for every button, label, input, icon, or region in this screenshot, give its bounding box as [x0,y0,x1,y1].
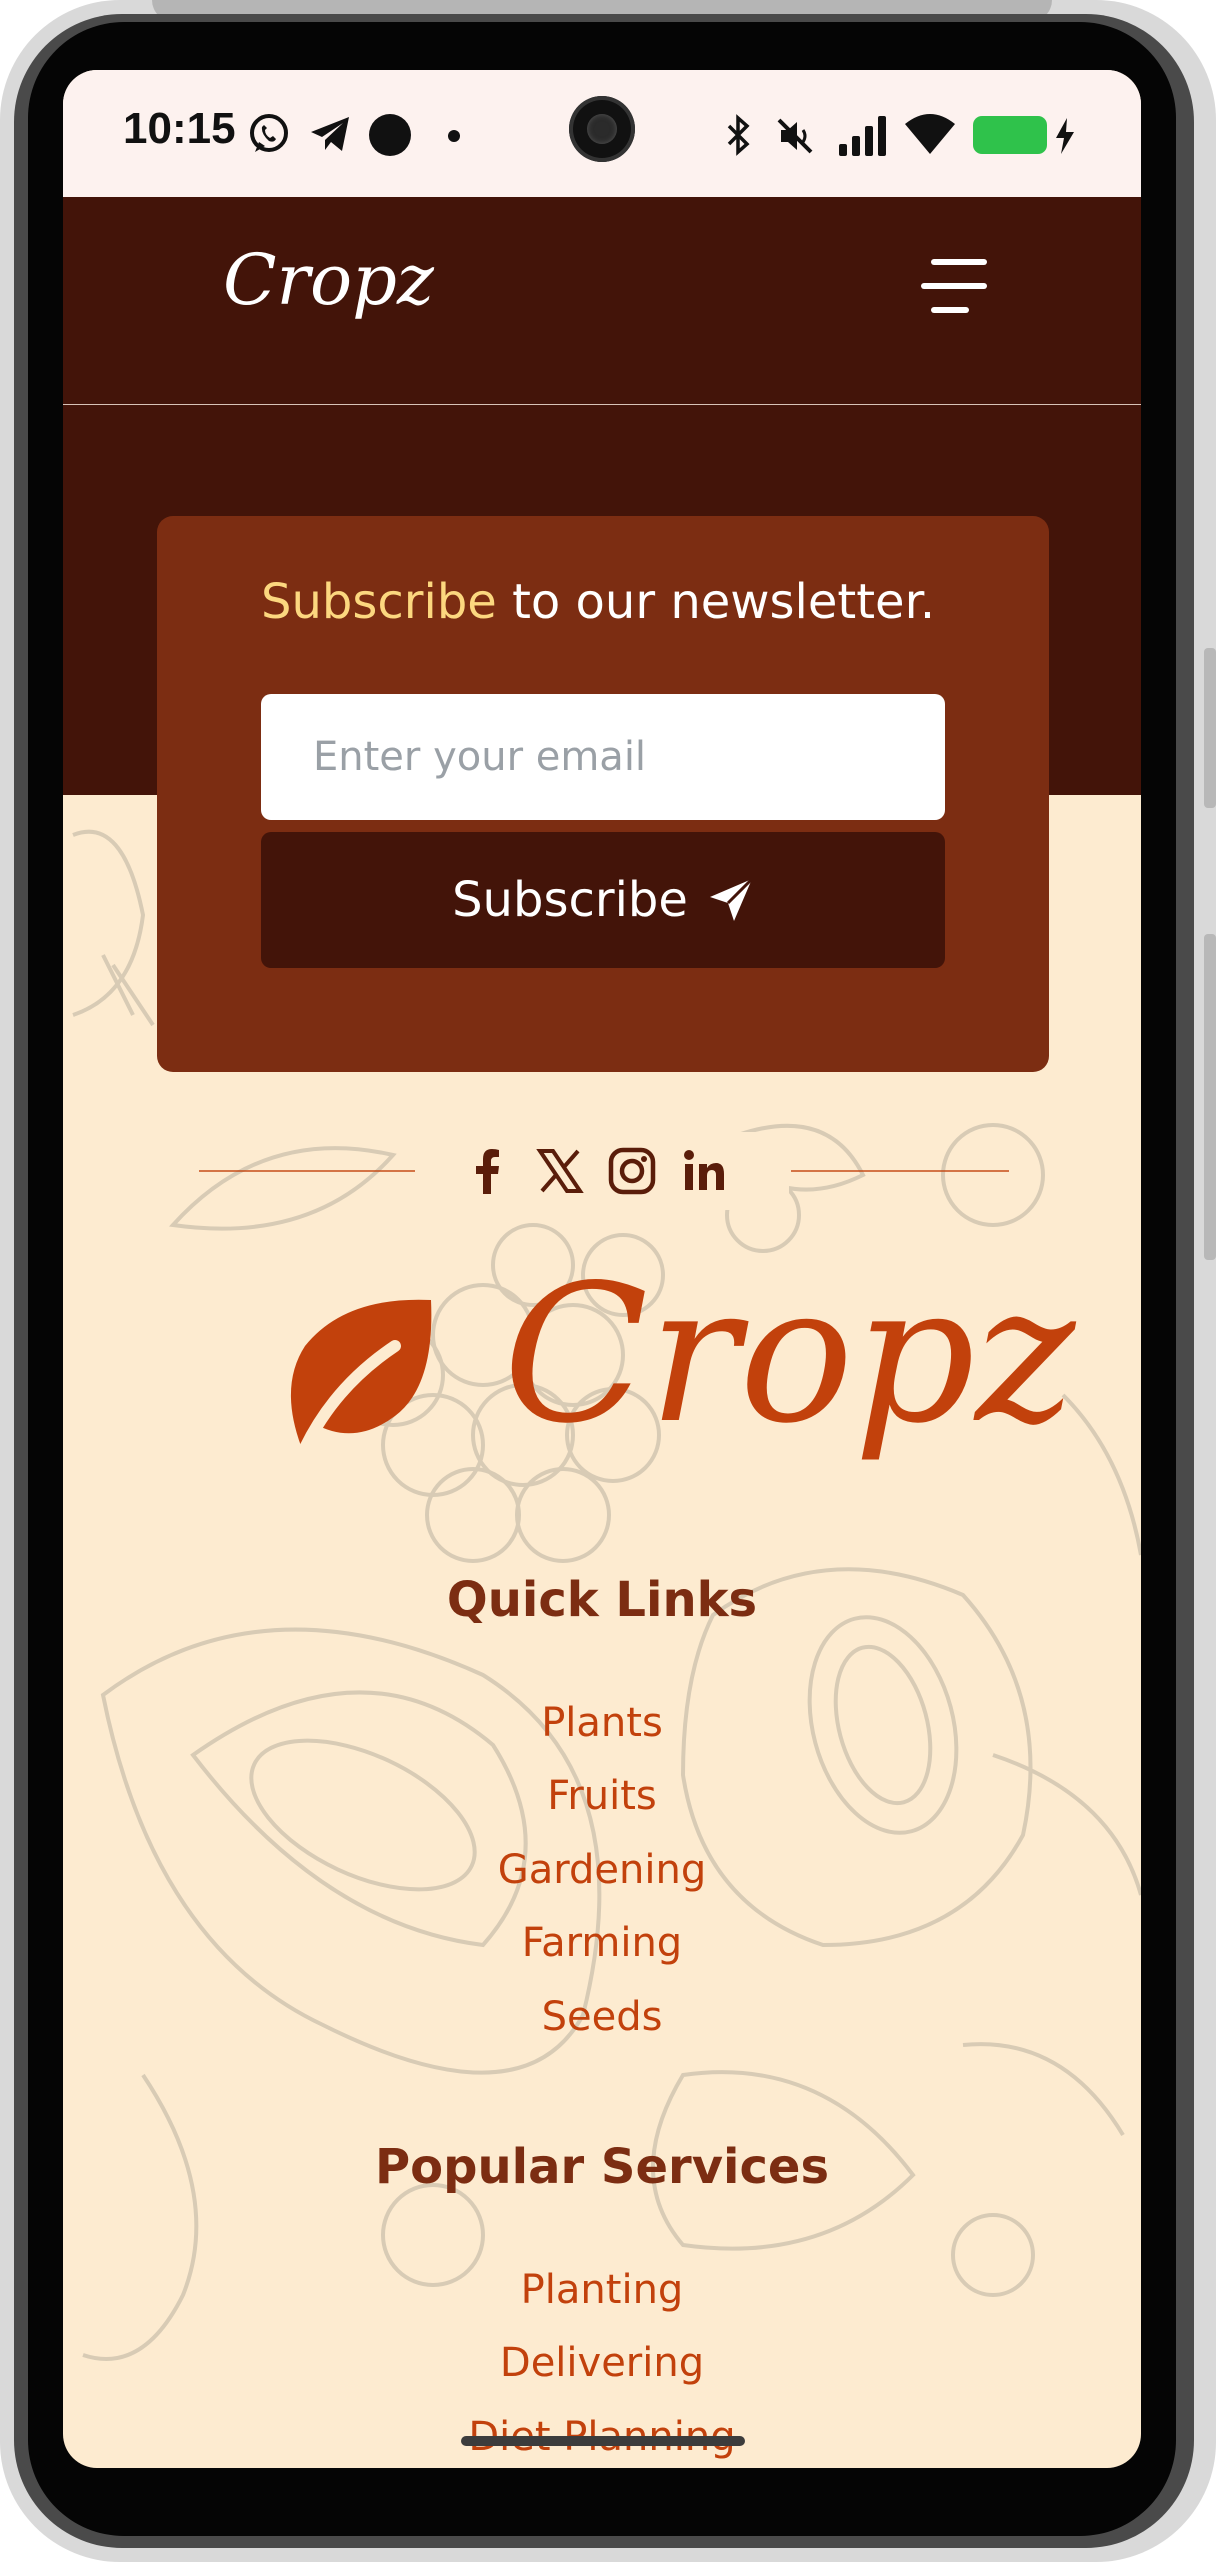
send-icon [709,877,753,921]
telegram-icon [311,117,349,151]
social-links [415,1132,789,1210]
subscribe-button[interactable]: Subscribe [261,832,945,968]
newsletter-title-rest: to our newsletter. [496,574,936,630]
whatsapp-icon [250,114,288,152]
quick-links-title: Quick Links [446,1572,758,1628]
wifi-icon [905,114,955,154]
battery-icon [973,116,1047,154]
service-link-delivering[interactable]: Delivering [63,2340,1141,2386]
bluetooth-icon [727,114,750,156]
x-twitter-icon[interactable] [533,1144,587,1198]
front-camera [569,96,635,162]
facebook-icon[interactable] [461,1144,515,1198]
volume-button [1204,648,1216,808]
mute-icon [777,118,813,154]
header-brand-logo[interactable]: Cropz [223,239,434,321]
power-button [1204,934,1216,1260]
more-notifications-icon [448,130,460,142]
quick-link-plants[interactable]: Plants [63,1700,1141,1746]
status-bar: 10:15 [63,70,1141,197]
email-input[interactable] [261,694,945,820]
quick-link-farming[interactable]: Farming [63,1920,1141,1966]
quick-link-seeds[interactable]: Seeds [63,1994,1141,2040]
popular-services-title: Popular Services [374,2139,830,2195]
hamburger-menu-icon[interactable] [909,241,999,331]
social-divider-right [791,1170,1009,1172]
notification-dot-icon [369,114,411,156]
charging-icon [1056,118,1074,154]
signal-icon [839,116,886,156]
social-divider-left [199,1170,417,1172]
service-link-planting[interactable]: Planting [63,2267,1141,2313]
status-time: 10:15 [123,104,236,153]
newsletter-title: Subscribe to our newsletter. [261,574,935,630]
instagram-icon[interactable] [605,1144,659,1198]
footer-brand-logo: Cropz [503,1244,1076,1465]
site-header: Cropz [63,197,1141,406]
phone-screen: 10:15 Cropz Subscribe to our newsletter.… [63,70,1141,2468]
leaf-logo-icon [290,1299,432,1450]
newsletter-card: Subscribe to our newsletter. Subscribe [157,516,1049,1072]
subscribe-button-label: Subscribe [452,872,688,928]
linkedin-icon[interactable] [677,1144,731,1198]
newsletter-title-highlight: Subscribe [261,574,497,630]
quick-link-fruits[interactable]: Fruits [63,1773,1141,1819]
quick-link-gardening[interactable]: Gardening [63,1847,1141,1893]
home-indicator[interactable] [461,2436,745,2446]
